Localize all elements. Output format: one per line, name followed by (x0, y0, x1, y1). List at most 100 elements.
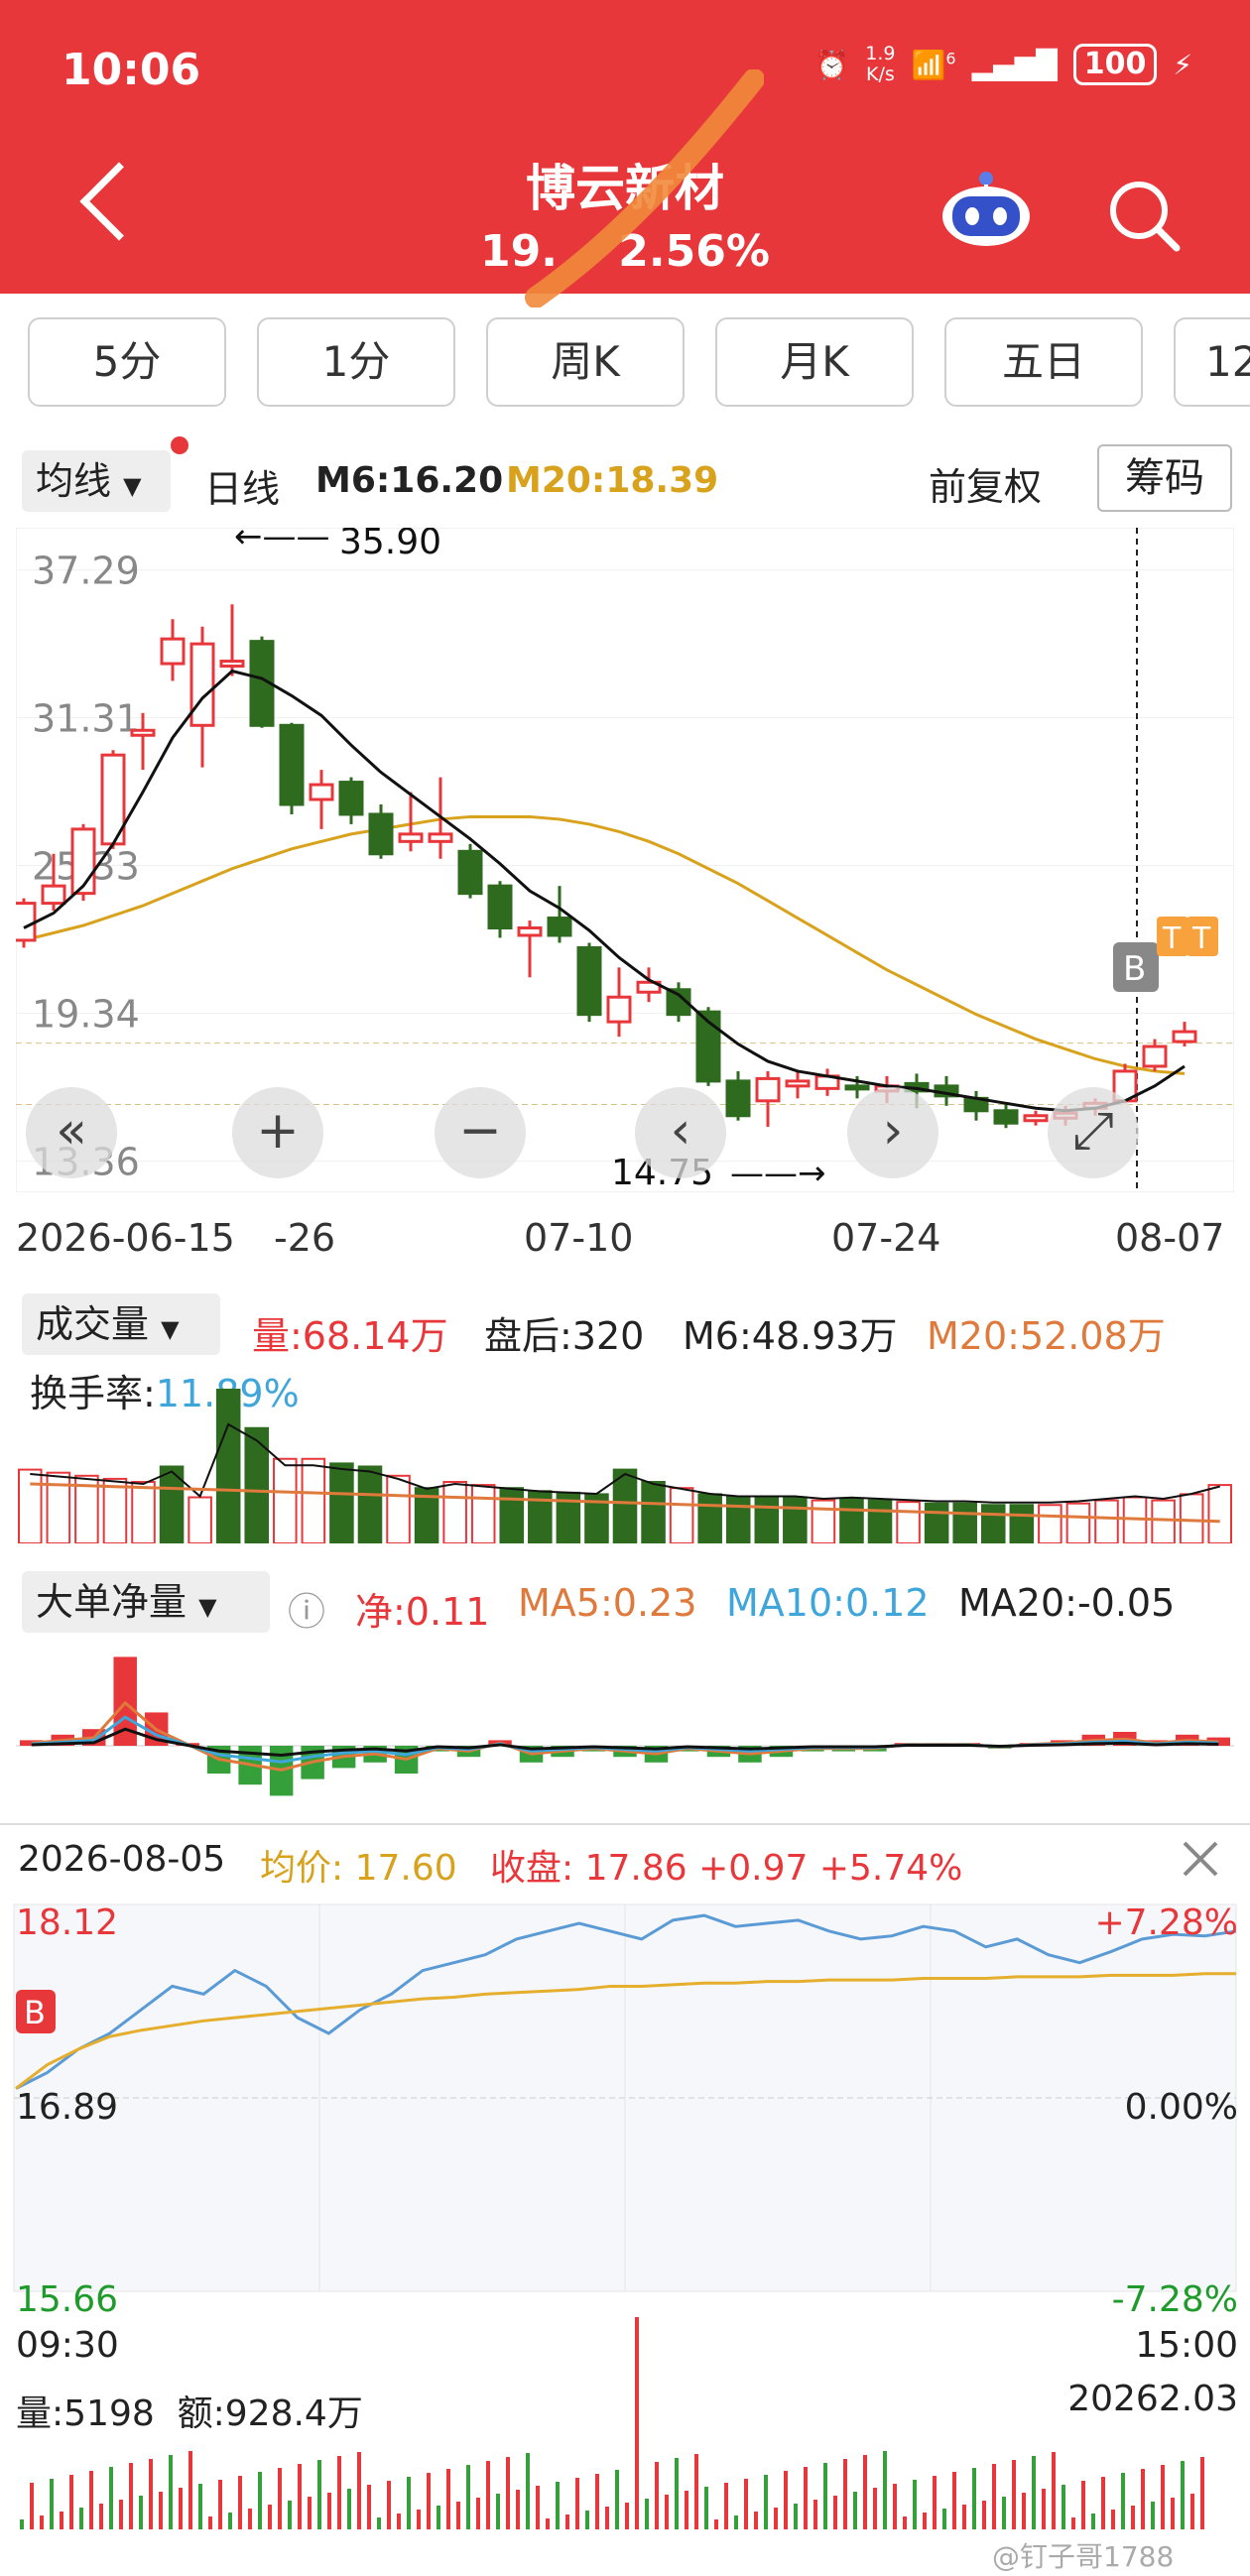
y-tick-label: 19.34 (32, 993, 140, 1037)
intraday-time-end: 15:00 (1135, 2325, 1238, 2366)
volume-bar (896, 1501, 921, 1543)
intraday-volume-bar (69, 2475, 73, 2529)
volume-bar (188, 1496, 212, 1543)
date-label-start: 2026-06-15 (16, 1216, 235, 1260)
intraday-volume-bar (754, 2512, 758, 2529)
intraday-date: 2026-08-05 (18, 1839, 226, 1880)
intraday-close: 收盘: 17.86 +0.97 +5.74% (490, 1848, 963, 1889)
candle (368, 812, 394, 856)
tab-more[interactable]: 12 (1174, 317, 1250, 407)
intraday-volume-bar (655, 2462, 659, 2529)
volume-bar (783, 1496, 808, 1543)
intraday-volume-bar (1161, 2465, 1165, 2529)
chevron-down-icon: ▼ (198, 1593, 217, 1621)
candle (1142, 1044, 1168, 1068)
intraday-volume-bar (347, 2489, 351, 2529)
intraday-volume-bar (1190, 2494, 1194, 2529)
tab-1min[interactable]: 1分 (257, 317, 455, 407)
intraday-volume-bar (516, 2490, 520, 2529)
app-header: 10:06 ⏰ 1.9 K/s 📶6 ▂▄▆█ 100 ⚡ 博云新材 19. 2.… (0, 0, 1250, 294)
intraday-buy-badge-label: B (24, 1994, 46, 2031)
tab-5day[interactable]: 五日 (944, 317, 1143, 407)
candle (428, 832, 453, 843)
intraday-volume-bar (248, 2509, 252, 2529)
intraday-volume-bar (427, 2473, 431, 2529)
intraday-volume-bar (565, 2515, 569, 2529)
intraday-volume-bar (129, 2463, 133, 2529)
tab-monthly[interactable]: 月K (715, 317, 914, 407)
bigorder-dropdown[interactable]: 大单净量 ▼ (22, 1571, 270, 1633)
after-hours-value: 盘后:320 (484, 1314, 645, 1358)
intraday-volume-bar (536, 2486, 540, 2529)
intraday-volume-bar (327, 2493, 331, 2529)
zoom-in-button[interactable]: + (232, 1087, 323, 1178)
robot-assistant-icon[interactable] (938, 167, 1034, 252)
indicator-dropdown[interactable]: 均线 ▼ (22, 450, 171, 512)
volume-bar (131, 1481, 156, 1543)
volume-bar (470, 1484, 496, 1543)
charging-icon: ⚡ (1173, 48, 1192, 81)
close-icon[interactable] (1181, 1839, 1220, 1879)
adjust-label[interactable]: 前复权 (929, 456, 1042, 511)
candle (160, 637, 186, 666)
y-tick-label: 37.29 (32, 550, 140, 593)
chevron-down-icon: ▼ (161, 1315, 180, 1343)
intraday-volume-bar (1062, 2485, 1065, 2529)
zoom-out-button[interactable]: − (435, 1087, 526, 1178)
search-icon[interactable] (1105, 177, 1181, 252)
intraday-volume-bar (942, 2509, 946, 2529)
intraday-volume-bar (109, 2467, 113, 2529)
rewind-button[interactable]: « (26, 1087, 117, 1178)
high-arrow: ←—— (234, 528, 330, 556)
intraday-volume-bar (694, 2454, 698, 2529)
intraday-volume-bar (734, 2515, 738, 2529)
intraday-volume-bar (1101, 2477, 1105, 2529)
volume-indicator-bar: 成交量 ▼ 量:68.14万 盘后:320 M6:48.93万 M20:52.0… (0, 1293, 1250, 1415)
intraday-volume-bar (1181, 2461, 1185, 2529)
tab-5min[interactable]: 5分 (28, 317, 226, 407)
candle (576, 945, 602, 1017)
tab-weekly[interactable]: 周K (486, 317, 685, 407)
scroll-right-button[interactable]: › (847, 1087, 938, 1178)
volume-bar (215, 1389, 241, 1543)
intraday-volume-bar (486, 2461, 490, 2529)
intraday-volume-bar (1171, 2498, 1175, 2529)
fullscreen-button[interactable]: ⤢ (1048, 1087, 1139, 1178)
intraday-volume-bar (556, 2482, 560, 2529)
intraday-volume-bar (30, 2483, 34, 2529)
candle (725, 1079, 751, 1118)
intraday-volume-bar (873, 2488, 877, 2529)
help-icon[interactable]: ⓘ (288, 1581, 325, 1636)
intraday-volume-bar (1131, 2506, 1135, 2529)
candle (844, 1084, 870, 1091)
intraday-volume-bar (605, 2507, 609, 2529)
volume-bar (612, 1468, 638, 1543)
intraday-volume-bar (367, 2485, 371, 2529)
candle (785, 1079, 811, 1088)
scroll-left-button[interactable]: ‹ (635, 1087, 726, 1178)
intraday-volume-bar (843, 2459, 847, 2529)
kline-chart[interactable]: 37.2931.3125.3319.3413.3635.90←——14.75——… (16, 528, 1234, 1192)
intraday-volume-bar (685, 2491, 688, 2529)
intraday-volume-bar (208, 2516, 212, 2529)
intraday-volume-bar (1141, 2469, 1145, 2529)
candle (606, 995, 632, 1024)
chart-background (16, 528, 1234, 1192)
candle (1172, 1030, 1197, 1043)
volume-bar (1038, 1504, 1062, 1543)
intraday-volume-bar (89, 2471, 93, 2529)
volume-dropdown[interactable]: 成交量 ▼ (22, 1293, 220, 1355)
intraday-volume-bar (60, 2512, 63, 2529)
volume-m6: M6:48.93万 (683, 1314, 898, 1358)
intraday-volume-bar (764, 2475, 768, 2529)
ma5-value: MA5:0.23 (518, 1581, 697, 1625)
signal-icon: ▂▄▆█ (971, 48, 1058, 81)
candle (219, 660, 245, 669)
chips-button[interactable]: 筹码 (1097, 444, 1232, 512)
intraday-volume-bar (506, 2457, 510, 2529)
intraday-volume-bar (466, 2465, 470, 2529)
intraday-volume-bar (1091, 2514, 1095, 2529)
intraday-volume-bar (853, 2492, 857, 2529)
intraday-volume-bar (1121, 2473, 1125, 2529)
candle (279, 723, 305, 806)
